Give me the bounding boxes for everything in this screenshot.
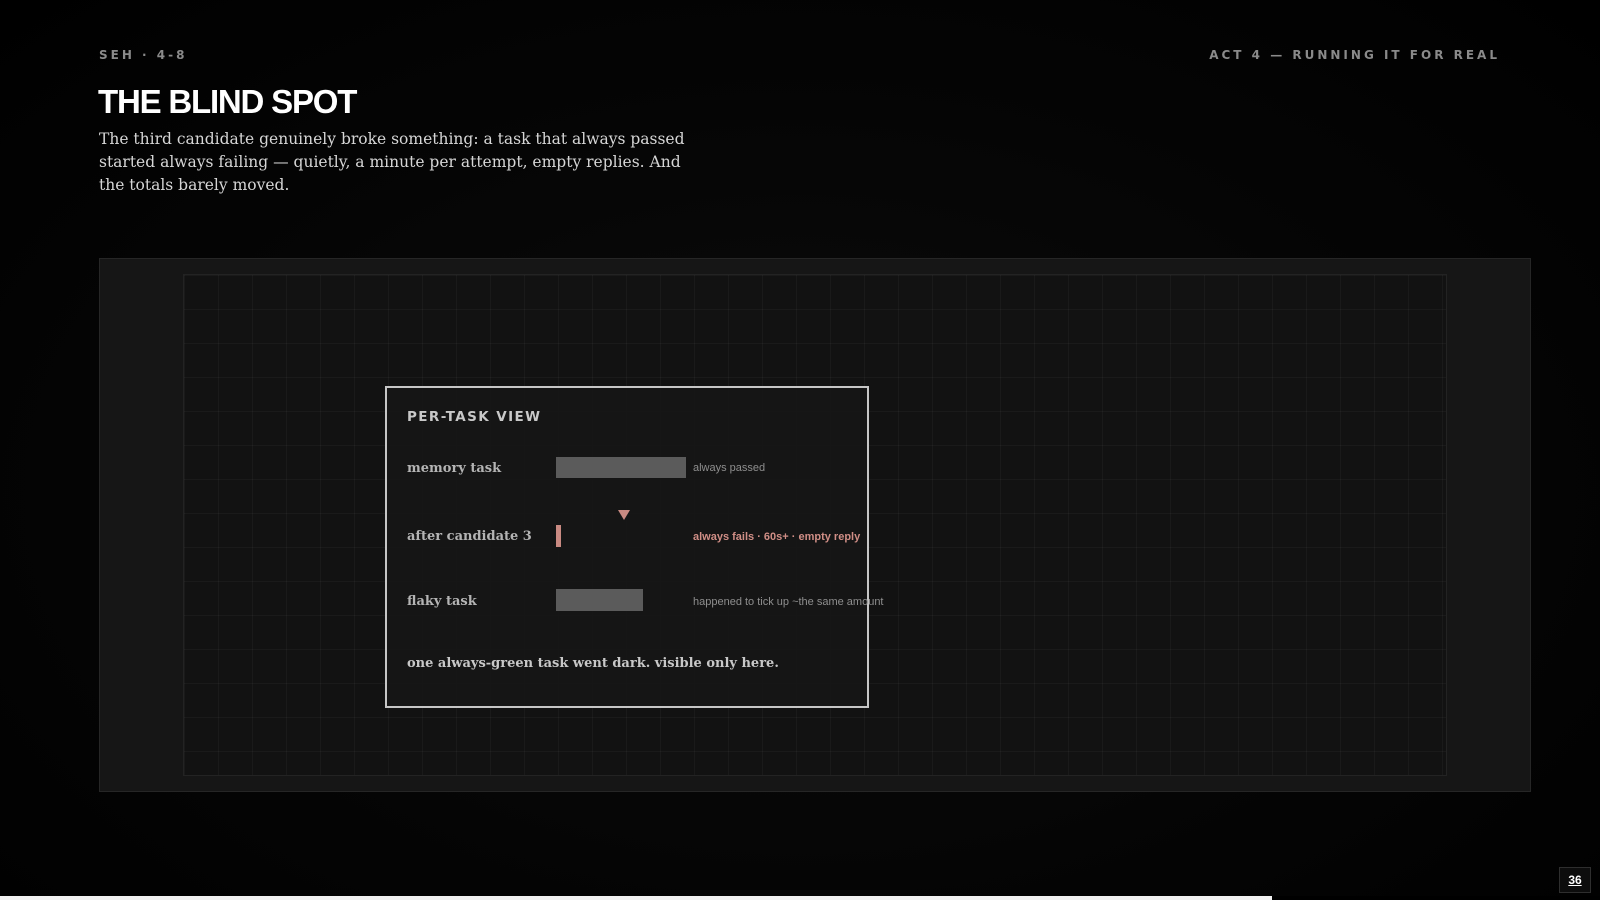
slide-title: THE BLIND SPOT [98,83,357,120]
section-code: SEH · 4-8 [99,48,188,62]
bar-flaky-task [556,589,643,611]
bar-after-candidate-3 [556,525,561,547]
down-arrow-icon [618,510,630,520]
slide-lede: The third candidate genuinely broke some… [99,130,685,194]
row-label-after-candidate-3: after candidate 3 [407,529,532,544]
diagram-stage: PER-TASK VIEW memory task always passed … [99,258,1531,792]
row-label-memory-task: memory task [407,461,502,476]
act-label: ACT 4 — RUNNING IT FOR REAL [1209,48,1500,62]
note-after-candidate-3: always fails · 60s+ · empty reply [693,531,861,543]
page-number[interactable]: 36 [1559,867,1591,893]
deck-progress-bar [0,896,1600,900]
note-memory-task: always passed [693,462,766,474]
grid-canvas: PER-TASK VIEW memory task always passed … [183,274,1447,776]
note-flaky-task: happened to tick up ~the same amount [693,596,884,608]
card-footer: one always-green task went dark. visible… [407,656,779,671]
per-task-card: PER-TASK VIEW memory task always passed … [385,386,884,708]
deck-progress-fill [0,896,1272,900]
card-title: PER-TASK VIEW [407,409,542,425]
row-label-flaky-task: flaky task [407,594,477,609]
bar-memory-task [556,457,686,478]
